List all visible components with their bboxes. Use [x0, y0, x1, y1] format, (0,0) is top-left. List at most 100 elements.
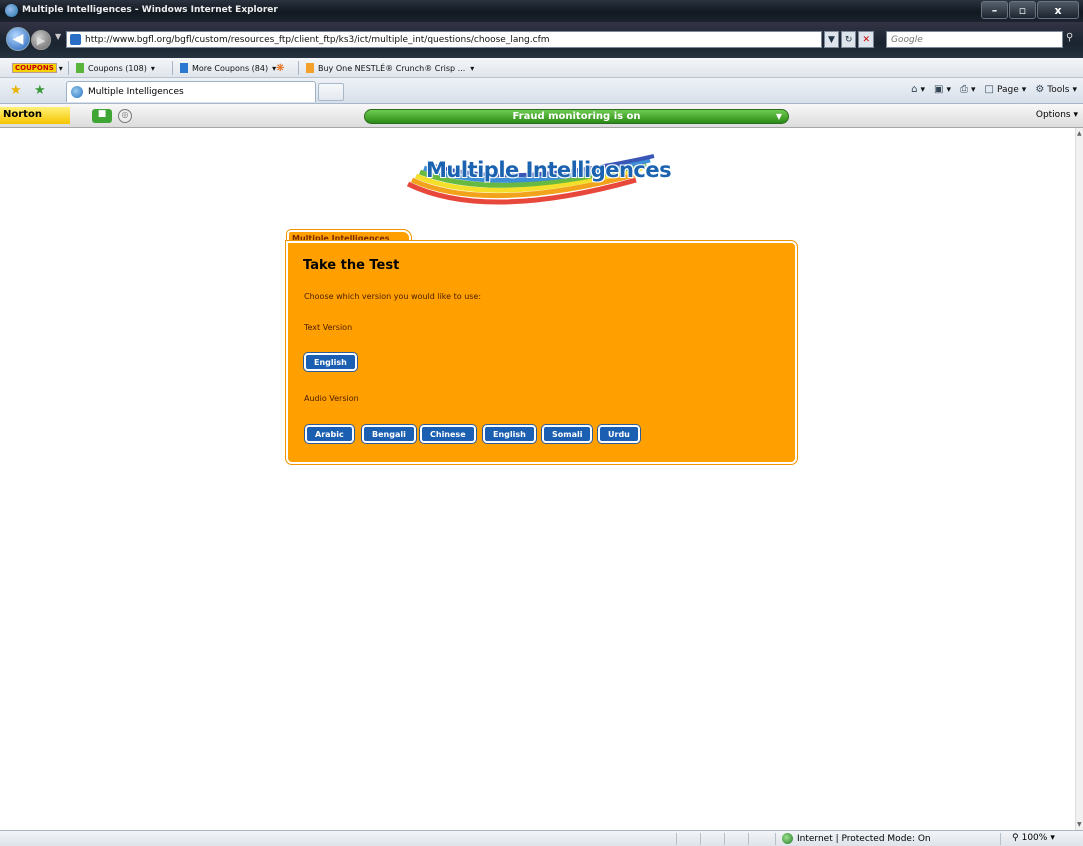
toolbar-divider [68, 61, 69, 75]
offer-button[interactable]: Buy One NESTLÉ® Crunch® Crisp ... ▾ [306, 61, 474, 75]
instruction-text: Choose which version you would like to u… [304, 292, 482, 301]
tab-title: Multiple Intelligences [88, 87, 184, 97]
globe-icon [782, 833, 793, 844]
vertical-scrollbar[interactable]: ▲ ▼ [1075, 128, 1083, 830]
ie-page-icon [71, 86, 83, 98]
text-english-button[interactable]: English [304, 353, 357, 371]
status-divider [748, 833, 749, 845]
scroll-up-icon[interactable]: ▲ [1077, 130, 1082, 137]
more-coupons-button[interactable]: More Coupons (84) ▾ [180, 61, 276, 75]
page-menu-button[interactable]: □ Page ▾ [985, 84, 1027, 95]
take-test-panel: Take the Test Choose which version you w… [285, 240, 798, 465]
ie-icon [5, 4, 18, 17]
page-menu-label: Page [997, 84, 1019, 95]
print-button[interactable]: ⎙ ▾ [960, 84, 976, 95]
chevron-down-icon: ▾ [470, 63, 475, 73]
security-zone[interactable]: Internet | Protected Mode: On [782, 833, 931, 844]
fraud-monitoring-label: Fraud monitoring is on [512, 111, 641, 122]
favorites-star-icon[interactable]: ★ [10, 83, 22, 98]
chevron-down-icon: ▾ [1050, 833, 1055, 843]
window-title: Multiple Intelligences - Windows Interne… [22, 5, 278, 15]
window-title-bar: Multiple Intelligences - Windows Interne… [0, 0, 1083, 22]
url-text: http://www.bgfl.org/bgfl/custom/resource… [85, 35, 550, 45]
recent-pages-dropdown-icon[interactable]: ▼ [55, 32, 61, 41]
options-label: Options [1035, 110, 1071, 120]
address-dropdown-button[interactable]: ▼ [824, 31, 839, 48]
page-icon [70, 34, 81, 45]
print-icon: ⎙ [960, 84, 969, 95]
search-icon[interactable]: ⚲ [1066, 32, 1073, 43]
coupons-button[interactable]: Coupons (108) ▾ [76, 61, 155, 75]
chevron-down-icon: ▾ [1021, 84, 1027, 95]
coupons-label: Coupons (108) [88, 63, 147, 73]
home-button[interactable]: ⌂ ▾ [911, 84, 925, 95]
offer-label: Buy One NESTLÉ® Crunch® Crisp ... [318, 63, 466, 73]
window-controls: – ▫ x [980, 1, 1079, 19]
zoom-icon: ⚲ [1012, 833, 1019, 843]
tab-multiple-intelligences[interactable]: Multiple Intelligences [66, 81, 316, 102]
gear-icon: ⚙ [1035, 84, 1045, 95]
more-coupons-label: More Coupons (84) [192, 63, 269, 73]
chevron-down-icon: ▾ [58, 63, 63, 73]
page-icon: □ [984, 84, 994, 95]
close-button[interactable]: x [1037, 1, 1079, 19]
coupon-tag-icon [76, 63, 84, 73]
search-box[interactable] [886, 31, 1063, 48]
options-menu-button[interactable]: Options ▾ [1036, 110, 1078, 120]
feeds-icon: ▣ [934, 84, 944, 95]
stop-button[interactable]: ✕ [858, 31, 875, 48]
toolbar-divider [298, 61, 299, 75]
status-divider [676, 833, 677, 845]
norton-safe-icon[interactable]: ■ [92, 109, 112, 123]
toolbar-divider [172, 61, 173, 75]
chevron-down-icon: ▾ [971, 84, 976, 95]
audio-somali-button[interactable]: Somali [542, 425, 593, 443]
coupons-logo-button[interactable]: COUPONS ▾ [12, 61, 63, 75]
norton-logo[interactable]: Norton [0, 107, 70, 124]
add-favorites-icon[interactable]: ★ [34, 83, 46, 98]
page-title: Take the Test [303, 258, 400, 273]
chevron-down-icon: ▾ [1072, 84, 1077, 95]
norton-toolbar: Norton ■ ◎ Fraud monitoring is on ▼ Opti… [0, 104, 1083, 128]
audio-version-label: Audio Version [304, 394, 359, 403]
fraud-monitoring-status[interactable]: Fraud monitoring is on ▼ [364, 109, 789, 124]
refresh-button[interactable]: ↻ [840, 31, 857, 48]
zoom-level: 100% [1021, 833, 1048, 843]
chevron-down-icon: ▼ [775, 112, 782, 121]
status-bar: Internet | Protected Mode: On ⚲ 100% ▾ [0, 830, 1083, 846]
home-icon: ⌂ [911, 84, 918, 95]
back-button[interactable]: ◀ [6, 27, 30, 51]
offer-tag-icon [306, 63, 314, 73]
search-input[interactable] [887, 32, 1062, 47]
audio-bengali-button[interactable]: Bengali [362, 425, 416, 443]
command-bar: ⌂ ▾ ▣ ▾ ⎙ ▾ □ Page ▾ ⚙ Tools ▾ [911, 84, 1077, 95]
burst-icon: ❋ [276, 62, 285, 74]
audio-chinese-button[interactable]: Chinese [420, 425, 476, 443]
chevron-down-icon: ▾ [946, 84, 952, 95]
address-field[interactable]: http://www.bgfl.org/bgfl/custom/resource… [66, 31, 822, 48]
site-logo: Multiple Intelligences [406, 150, 676, 210]
address-toolbar: ◀ ▶ ▼ http://www.bgfl.org/bgfl/custom/re… [0, 22, 1083, 58]
status-divider [724, 833, 725, 845]
forward-button[interactable]: ▶ [31, 30, 51, 50]
scroll-down-icon[interactable]: ▼ [1077, 821, 1082, 828]
security-zone-label: Internet | Protected Mode: On [797, 833, 931, 844]
audio-urdu-button[interactable]: Urdu [598, 425, 640, 443]
status-divider [1000, 833, 1001, 845]
maximize-button[interactable]: ▫ [1009, 1, 1036, 19]
page-viewport: Multiple Intelligences Multiple Intellig… [0, 128, 1083, 830]
coupons-toolbar: COUPONS ▾ Coupons (108) ▾ More Coupons (… [0, 58, 1083, 78]
chevron-down-icon: ▾ [150, 63, 155, 73]
minimize-button[interactable]: – [981, 1, 1008, 19]
audio-arabic-button[interactable]: Arabic [305, 425, 354, 443]
zoom-control[interactable]: ⚲ 100% ▾ [1012, 833, 1055, 843]
feeds-button[interactable]: ▣ ▾ [934, 84, 951, 95]
coupons-logo: COUPONS [12, 63, 57, 73]
tools-menu-button[interactable]: ⚙ Tools ▾ [1035, 84, 1077, 95]
chevron-down-icon: ▾ [920, 84, 926, 95]
burst-button[interactable]: ❋ [276, 61, 284, 75]
norton-web-icon[interactable]: ◎ [118, 109, 132, 123]
text-version-label: Text Version [304, 323, 353, 332]
new-tab-button[interactable] [318, 83, 344, 101]
audio-english-button[interactable]: English [483, 425, 536, 443]
